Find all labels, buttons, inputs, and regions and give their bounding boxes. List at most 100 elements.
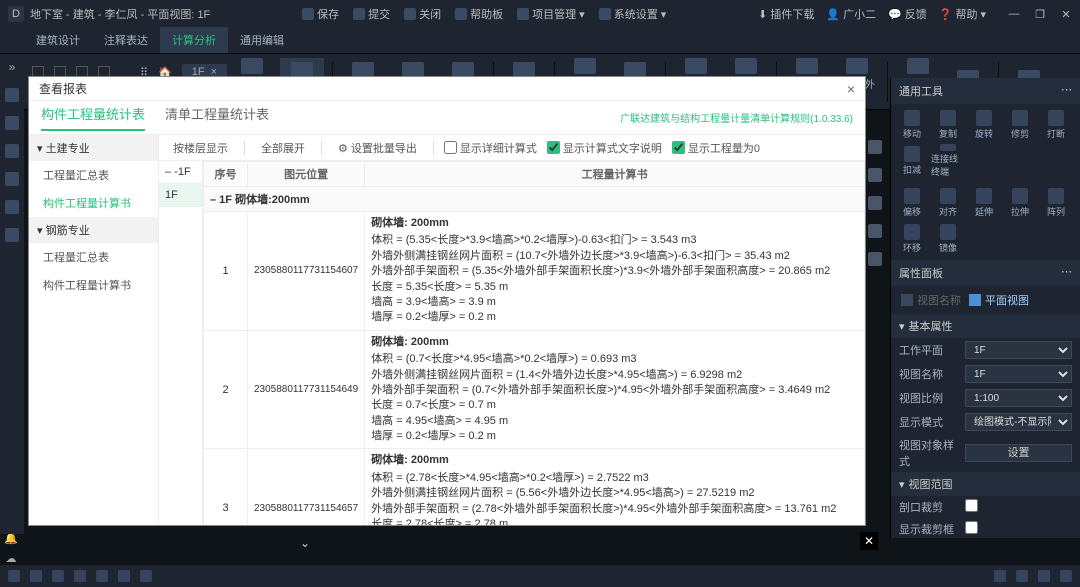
rp-tool-镜像[interactable]: 镜像 bbox=[931, 222, 965, 256]
ls-icon-5[interactable] bbox=[5, 200, 19, 214]
prop-select[interactable]: 绘图模式-不显示隐藏线 bbox=[965, 413, 1072, 431]
prop-select[interactable]: 1:100 bbox=[965, 389, 1072, 407]
rs-icon-2[interactable] bbox=[868, 168, 882, 182]
panel-menu2-icon[interactable]: ⋯ bbox=[1061, 265, 1072, 281]
f-icon-1[interactable] bbox=[8, 570, 20, 582]
prop-select[interactable]: 1F bbox=[965, 341, 1072, 359]
ls-icon-3[interactable] bbox=[5, 144, 19, 158]
cb-show-zero[interactable]: 显示工程量为0 bbox=[672, 140, 760, 156]
floor-column: – -1F1F bbox=[159, 161, 203, 525]
tc-0[interactable]: 保存 bbox=[302, 6, 339, 22]
rs-icon-1[interactable] bbox=[868, 140, 882, 154]
rp-tool-环移[interactable]: 环移 bbox=[895, 222, 929, 256]
win-max[interactable]: ❐ bbox=[1034, 8, 1046, 21]
collapse-handle-icon[interactable]: ⌄ bbox=[300, 536, 310, 550]
floor-cell-1[interactable]: 1F bbox=[159, 184, 202, 207]
side-item-0-1[interactable]: 构件工程量计算书 bbox=[29, 189, 158, 217]
floating-close-icon[interactable]: ✕ bbox=[860, 532, 878, 550]
rs-icon-5[interactable] bbox=[868, 252, 882, 266]
f-icon-5[interactable] bbox=[96, 570, 108, 582]
top-tab-0[interactable]: 建筑设计 bbox=[24, 27, 92, 53]
cloud-icon[interactable]: ☁ bbox=[4, 551, 18, 565]
rp-tool-偏移[interactable]: 偏移 bbox=[895, 186, 929, 220]
rp-tool-移动[interactable]: 移动 bbox=[895, 108, 929, 142]
rp-tool-连接线终端[interactable]: 连接线终端 bbox=[931, 144, 965, 178]
win-min[interactable]: — bbox=[1008, 8, 1020, 21]
f-icon-7[interactable] bbox=[140, 570, 152, 582]
cb-show-text[interactable]: 显示计算式文字说明 bbox=[547, 140, 662, 156]
prop-row-视图比例: 视图比例1:100 bbox=[891, 386, 1080, 410]
view-sel-active[interactable]: 平面视图 bbox=[969, 292, 1029, 308]
rp-tool-打断[interactable]: 打断 bbox=[1039, 108, 1073, 142]
report-dialog: 查看报表 × 构件工程量统计表清单工程量统计表 广联达建筑与结构工程量计量清单计… bbox=[28, 76, 866, 526]
f-icon-r3[interactable] bbox=[1038, 570, 1050, 582]
prop-row-工作平面: 工作平面1F bbox=[891, 338, 1080, 362]
f-icon-r2[interactable] bbox=[1016, 570, 1028, 582]
expand-all-button[interactable]: 全部展开 bbox=[255, 140, 311, 156]
rp-tool-阵列[interactable]: 阵列 bbox=[1039, 186, 1073, 220]
dialog-tab-0[interactable]: 构件工程量统计表 bbox=[41, 104, 145, 131]
section-basic[interactable]: ▾ 基本属性 bbox=[891, 314, 1080, 338]
section-range[interactable]: ▾ 视图范围 bbox=[891, 472, 1080, 496]
f-icon-6[interactable] bbox=[118, 570, 130, 582]
tr-0[interactable]: ❓ 帮助 ▾ bbox=[939, 6, 986, 22]
rp-tool-扣减[interactable]: 扣减 bbox=[895, 144, 929, 178]
rp-tool-拉伸[interactable]: 拉伸 bbox=[1003, 186, 1037, 220]
floor-cell-0[interactable]: – -1F bbox=[159, 161, 202, 184]
left-status-icons: 🔔 ☁ bbox=[4, 531, 18, 565]
rs-icon-3[interactable] bbox=[868, 196, 882, 210]
floor-display-button[interactable]: 按楼层显示 bbox=[167, 140, 234, 156]
dialog-tab-1[interactable]: 清单工程量统计表 bbox=[165, 104, 269, 131]
top-tab-1[interactable]: 注释表达 bbox=[92, 27, 160, 53]
prop-select[interactable]: 1F bbox=[965, 365, 1072, 383]
f-icon-3[interactable] bbox=[52, 570, 64, 582]
f-icon-r4[interactable] bbox=[1060, 570, 1072, 582]
batch-export-button[interactable]: ⚙ 设置批量导出 bbox=[332, 140, 423, 156]
side-item-1-0[interactable]: 工程量汇总表 bbox=[29, 243, 158, 271]
prop-button[interactable]: 设置 bbox=[965, 444, 1072, 462]
rp-tool-延伸[interactable]: 延伸 bbox=[967, 186, 1001, 220]
side-item-1-1[interactable]: 构件工程量计算书 bbox=[29, 271, 158, 299]
prop-checkbox[interactable] bbox=[965, 499, 978, 512]
f-icon-r1[interactable] bbox=[994, 570, 1006, 582]
doc-title: 地下室 - 建筑 - 李仁凤 - 平面视图: 1F bbox=[30, 6, 210, 22]
prop-row-显示模式: 显示模式绘图模式-不显示隐藏线 bbox=[891, 410, 1080, 434]
cb-show-detail[interactable]: 显示详细计算式 bbox=[444, 140, 537, 156]
dialog-close-icon[interactable]: × bbox=[847, 81, 855, 97]
ls-icon-4[interactable] bbox=[5, 172, 19, 186]
ls-icon-1[interactable] bbox=[5, 88, 19, 102]
tr-3[interactable]: ⬇ 插件下载 bbox=[758, 6, 814, 22]
tr-2[interactable]: 👤 广小二 bbox=[826, 6, 876, 22]
expand-left-icon[interactable]: » bbox=[9, 60, 16, 74]
top-tab-2[interactable]: 计算分析 bbox=[160, 27, 228, 53]
left-strip: » bbox=[0, 54, 24, 534]
rp-tool-修剪[interactable]: 修剪 bbox=[1003, 108, 1037, 142]
top-tab-3[interactable]: 通用编辑 bbox=[228, 27, 296, 53]
tr-1[interactable]: 💬 反馈 bbox=[888, 6, 927, 22]
tc-5[interactable]: 系统设置 ▾ bbox=[599, 6, 667, 22]
prop-checkbox[interactable] bbox=[965, 521, 978, 534]
side-group-0[interactable]: ▾ 土建专业 bbox=[29, 135, 158, 161]
win-close[interactable]: ✕ bbox=[1060, 8, 1072, 21]
table-row[interactable]: 12305880117731154607砌体墙: 200mm体积 = (5.35… bbox=[204, 212, 865, 331]
rp-tool-旋转[interactable]: 旋转 bbox=[967, 108, 1001, 142]
tc-3[interactable]: 帮助板 bbox=[455, 6, 503, 22]
app-icon: D bbox=[8, 6, 24, 22]
ls-icon-6[interactable] bbox=[5, 228, 19, 242]
side-group-1[interactable]: ▾ 钢筋专业 bbox=[29, 217, 158, 243]
rp-tool-复制[interactable]: 复制 bbox=[931, 108, 965, 142]
canvas-right-strip bbox=[868, 140, 886, 266]
side-item-0-0[interactable]: 工程量汇总表 bbox=[29, 161, 158, 189]
status-bar bbox=[0, 565, 1080, 587]
table-row[interactable]: 22305880117731154649砌体墙: 200mm体积 = (0.7<… bbox=[204, 330, 865, 449]
tc-4[interactable]: 项目管理 ▾ bbox=[517, 6, 585, 22]
tc-1[interactable]: 提交 bbox=[353, 6, 390, 22]
table-row[interactable]: 32305880117731154657砌体墙: 200mm体积 = (2.78… bbox=[204, 449, 865, 525]
rs-icon-4[interactable] bbox=[868, 224, 882, 238]
f-icon-4[interactable] bbox=[74, 570, 86, 582]
tc-2[interactable]: 关闭 bbox=[404, 6, 441, 22]
f-icon-2[interactable] bbox=[30, 570, 42, 582]
panel-menu-icon[interactable]: ⋯ bbox=[1061, 83, 1072, 99]
ls-icon-2[interactable] bbox=[5, 116, 19, 130]
rp-tool-对齐[interactable]: 对齐 bbox=[931, 186, 965, 220]
